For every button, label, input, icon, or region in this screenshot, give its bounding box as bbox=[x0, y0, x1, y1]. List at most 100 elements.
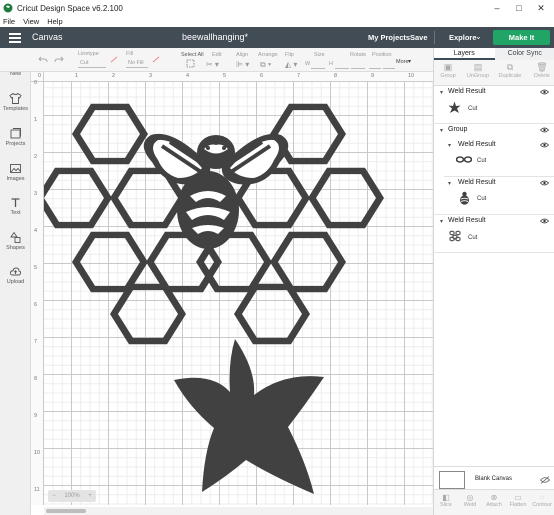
horizontal-scrollbar[interactable] bbox=[44, 507, 433, 515]
menu-view[interactable]: View bbox=[23, 17, 39, 26]
size-w-input[interactable] bbox=[311, 61, 325, 69]
tab-color-sync[interactable]: Color Sync bbox=[494, 48, 554, 60]
layers-panel: Layers Color Sync ▣ Group ▤ UnGroup ⧉ Dupli… bbox=[433, 48, 554, 515]
layer-name: Weld Result bbox=[458, 179, 496, 186]
star-flower-design[interactable] bbox=[174, 339, 324, 494]
attach-label: Attach bbox=[486, 502, 502, 508]
zoom-control[interactable]: − 100% + bbox=[48, 490, 96, 502]
chevron-down-icon[interactable]: ⌄ bbox=[475, 32, 482, 41]
star-thumb-icon bbox=[448, 101, 461, 113]
window-title: Cricut Design Space v6.2.100 bbox=[17, 3, 123, 13]
eye-icon[interactable] bbox=[540, 180, 549, 186]
layer-item[interactable]: ▾ Weld Result Cut bbox=[434, 140, 554, 176]
attach-button[interactable]: ⊗ Attach bbox=[482, 493, 506, 508]
linetype-select[interactable] bbox=[78, 60, 106, 68]
nav-text[interactable]: Text bbox=[0, 196, 31, 216]
select-all-icon[interactable] bbox=[186, 59, 195, 68]
eye-icon[interactable] bbox=[540, 89, 549, 95]
caret-down-icon[interactable]: ▾ bbox=[448, 180, 451, 187]
nav-templates[interactable]: Templates bbox=[0, 92, 31, 112]
header-divider bbox=[434, 31, 435, 44]
ruler-top-tick: 1 bbox=[75, 73, 79, 79]
align-icon[interactable]: ⊫ ▾ bbox=[236, 60, 249, 69]
minimize-button[interactable]: – bbox=[486, 0, 508, 16]
menu-help[interactable]: Help bbox=[47, 17, 62, 26]
left-nav: New Templates Projects Images Text Shape… bbox=[0, 48, 31, 515]
delete-label: Delete bbox=[534, 73, 550, 79]
ruler-top-tick: 9 bbox=[371, 73, 375, 79]
edit-toolbar: Linetype Cut Fill No Fill Select All Edi… bbox=[0, 48, 433, 72]
edit-label: Edit bbox=[212, 52, 222, 58]
group-button[interactable]: ▣ Group bbox=[434, 62, 462, 79]
ruler-left-tick: 3 bbox=[34, 191, 38, 197]
linetype-label: Linetype bbox=[78, 51, 99, 57]
position-y-input[interactable] bbox=[383, 61, 395, 69]
maximize-button[interactable]: □ bbox=[508, 0, 530, 16]
nav-images-label: Images bbox=[6, 176, 25, 182]
explore-dropdown[interactable]: Explore bbox=[449, 33, 477, 42]
delete-button[interactable]: 🗑 Delete bbox=[528, 62, 554, 79]
size-h-input[interactable] bbox=[335, 61, 349, 69]
honeycomb-cell bbox=[72, 103, 148, 165]
fill-select[interactable] bbox=[126, 60, 148, 68]
layer-group[interactable]: ▾ Group bbox=[434, 125, 554, 139]
nav-images[interactable]: Images bbox=[0, 162, 31, 182]
eye-hidden-icon[interactable] bbox=[540, 476, 550, 484]
nav-projects[interactable]: Projects bbox=[0, 127, 31, 147]
blank-canvas-swatch[interactable] bbox=[439, 471, 465, 489]
layer-item[interactable]: ▾ Weld Result Cut bbox=[434, 216, 554, 252]
contour-button[interactable]: ◌ Contour bbox=[530, 493, 554, 508]
ruler-top-tick: 6 bbox=[260, 73, 264, 79]
tab-layers[interactable]: Layers bbox=[434, 48, 495, 60]
zoom-in-button[interactable]: + bbox=[88, 493, 92, 499]
bee-thumb-icon bbox=[460, 191, 469, 205]
caret-down-icon[interactable]: ▾ bbox=[440, 127, 443, 134]
eye-icon[interactable] bbox=[540, 218, 549, 224]
eye-icon[interactable] bbox=[540, 127, 549, 133]
flip-icon[interactable]: ◭ ▾ bbox=[285, 60, 297, 69]
nav-upload[interactable]: Upload bbox=[0, 265, 31, 285]
my-projects-link[interactable]: My Projects bbox=[368, 33, 410, 42]
weld-button[interactable]: ◎ Weld bbox=[458, 493, 482, 508]
eye-icon[interactable] bbox=[540, 142, 549, 148]
layer-divider bbox=[434, 123, 554, 124]
edit-icon[interactable]: ✂ ▾ bbox=[206, 60, 219, 69]
layer-divider bbox=[444, 176, 554, 177]
save-button[interactable]: Save bbox=[410, 33, 428, 42]
ungroup-button[interactable]: ▤ UnGroup bbox=[464, 62, 492, 79]
caret-down-icon[interactable]: ▾ bbox=[448, 142, 451, 149]
ruler-left-tick: 2 bbox=[34, 154, 38, 160]
ruler-left-tick: 11 bbox=[34, 487, 40, 493]
undo-icon[interactable] bbox=[38, 56, 48, 64]
arrange-icon[interactable]: ⧉ ▾ bbox=[260, 60, 271, 70]
position-x-input[interactable] bbox=[369, 61, 381, 69]
fill-color-swatch[interactable] bbox=[152, 56, 160, 63]
slice-button[interactable]: ◧ Slice bbox=[434, 493, 458, 508]
ruler-left-tick: 4 bbox=[34, 228, 38, 234]
scrollbar-thumb[interactable] bbox=[46, 509, 86, 513]
duplicate-button[interactable]: ⧉ Duplicate bbox=[496, 62, 524, 79]
layer-item[interactable]: ▾ Weld Result Cut bbox=[434, 87, 554, 123]
nav-shapes[interactable]: Shapes bbox=[0, 231, 31, 251]
close-button[interactable]: ✕ bbox=[530, 0, 552, 16]
make-it-button[interactable]: Make It bbox=[493, 30, 550, 45]
upload-icon bbox=[9, 267, 22, 276]
zoom-out-button[interactable]: − bbox=[52, 493, 56, 499]
redo-icon[interactable] bbox=[54, 56, 64, 64]
ruler-top-tick: 2 bbox=[112, 73, 116, 79]
flatten-button[interactable]: ▭ Flatten bbox=[506, 493, 530, 508]
caret-down-icon[interactable]: ▾ bbox=[440, 89, 443, 96]
hamburger-menu-icon[interactable] bbox=[9, 33, 21, 45]
honeycomb-thumb-icon bbox=[449, 230, 461, 242]
select-all-label[interactable]: Select All bbox=[181, 52, 204, 58]
text-icon bbox=[11, 198, 20, 207]
more-dropdown[interactable]: More bbox=[396, 59, 409, 65]
canvas-artwork[interactable] bbox=[44, 82, 433, 505]
rotate-input[interactable] bbox=[351, 61, 365, 69]
caret-down-icon[interactable]: ▾ bbox=[440, 218, 443, 225]
layer-item[interactable]: ▾ Weld Result Cut bbox=[434, 178, 554, 214]
more-caret-icon[interactable]: ▾ bbox=[408, 58, 411, 65]
menu-file[interactable]: File bbox=[3, 17, 15, 26]
linetype-color-swatch[interactable] bbox=[110, 56, 118, 63]
weld-icon: ◎ bbox=[466, 493, 474, 502]
